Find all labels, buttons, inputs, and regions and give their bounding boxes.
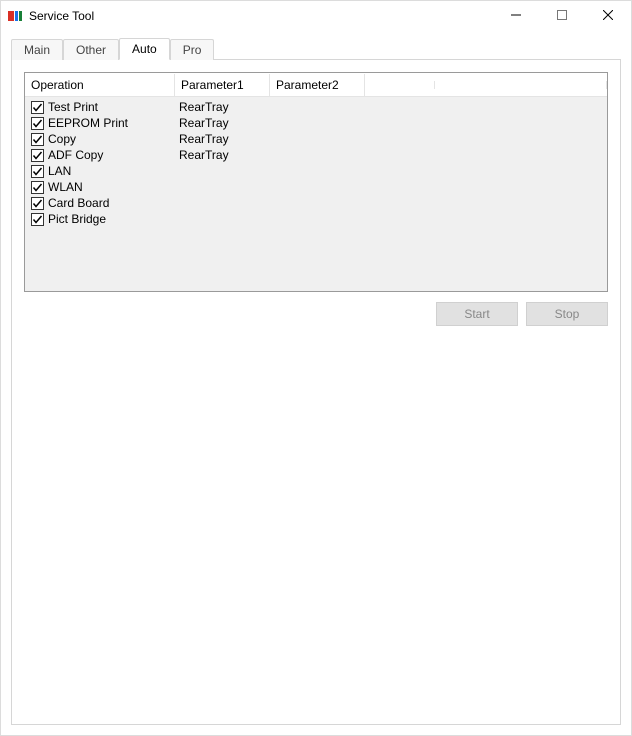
list-item[interactable]: Pict Bridge [25,211,607,227]
operation-label: WLAN [48,180,83,194]
column-header-operation[interactable]: Operation [25,74,175,96]
tab-label: Auto [132,42,157,56]
list-item[interactable]: WLAN [25,179,607,195]
tab-panel-auto: Operation Parameter1 Parameter2 Test Pri… [11,59,621,725]
list-item[interactable]: EEPROM Print RearTray [25,115,607,131]
close-icon [603,9,613,23]
operation-label: ADF Copy [48,148,103,162]
list-item[interactable]: Test Print RearTray [25,99,607,115]
cell-operation: WLAN [25,180,175,194]
listview-header: Operation Parameter1 Parameter2 [25,73,607,97]
cell-operation: Card Board [25,196,175,210]
checkbox-icon[interactable] [31,149,44,162]
checkbox-icon[interactable] [31,117,44,130]
cell-operation: Test Print [25,100,175,114]
app-window: Service Tool Main Other Auto [0,0,632,736]
maximize-button[interactable] [539,1,585,31]
stop-button[interactable]: Stop [526,302,608,326]
operation-label: EEPROM Print [48,116,128,130]
listview-body: Test PrintRearTrayEEPROM PrintRearTrayCo… [25,97,607,291]
tab-pro[interactable]: Pro [170,39,215,60]
checkbox-icon[interactable] [31,165,44,178]
tab-auto[interactable]: Auto [119,38,170,60]
checkbox-icon[interactable] [31,197,44,210]
cell-operation: ADF Copy [25,148,175,162]
operation-label: LAN [48,164,71,178]
column-header-parameter2[interactable]: Parameter2 [270,74,365,96]
cell-operation: LAN [25,164,175,178]
cell-parameter1: RearTray [175,132,270,146]
content-area: Main Other Auto Pro Operation Parameter1… [1,31,631,735]
tab-label: Other [76,43,106,57]
cell-parameter1: RearTray [175,116,270,130]
minimize-button[interactable] [493,1,539,31]
cell-operation: Copy [25,132,175,146]
list-item[interactable]: Card Board [25,195,607,211]
tab-other[interactable]: Other [63,39,119,60]
operation-label: Copy [48,132,76,146]
cell-operation: EEPROM Print [25,116,175,130]
list-item[interactable]: ADF Copy RearTray [25,147,607,163]
checkbox-icon[interactable] [31,181,44,194]
checkbox-icon[interactable] [31,213,44,226]
start-button[interactable]: Start [436,302,518,326]
column-header-empty1[interactable] [365,81,435,89]
operation-label: Test Print [48,100,98,114]
cell-operation: Pict Bridge [25,212,175,226]
cell-parameter1: RearTray [175,100,270,114]
list-item[interactable]: Copy RearTray [25,131,607,147]
maximize-icon [557,9,567,23]
window-title: Service Tool [29,9,94,23]
list-item[interactable]: LAN [25,163,607,179]
button-row: Start Stop [24,302,608,326]
tabstrip: Main Other Auto Pro [11,37,621,59]
column-header-empty2[interactable] [435,81,607,89]
operation-label: Card Board [48,196,109,210]
app-icon [7,8,23,24]
checkbox-icon[interactable] [31,101,44,114]
tab-label: Pro [183,43,202,57]
checkbox-icon[interactable] [31,133,44,146]
cell-parameter1: RearTray [175,148,270,162]
tab-label: Main [24,43,50,57]
tab-main[interactable]: Main [11,39,63,60]
operation-label: Pict Bridge [48,212,106,226]
titlebar: Service Tool [1,1,631,31]
minimize-icon [511,9,521,23]
operations-listview[interactable]: Operation Parameter1 Parameter2 Test Pri… [24,72,608,292]
column-header-parameter1[interactable]: Parameter1 [175,74,270,96]
close-button[interactable] [585,1,631,31]
